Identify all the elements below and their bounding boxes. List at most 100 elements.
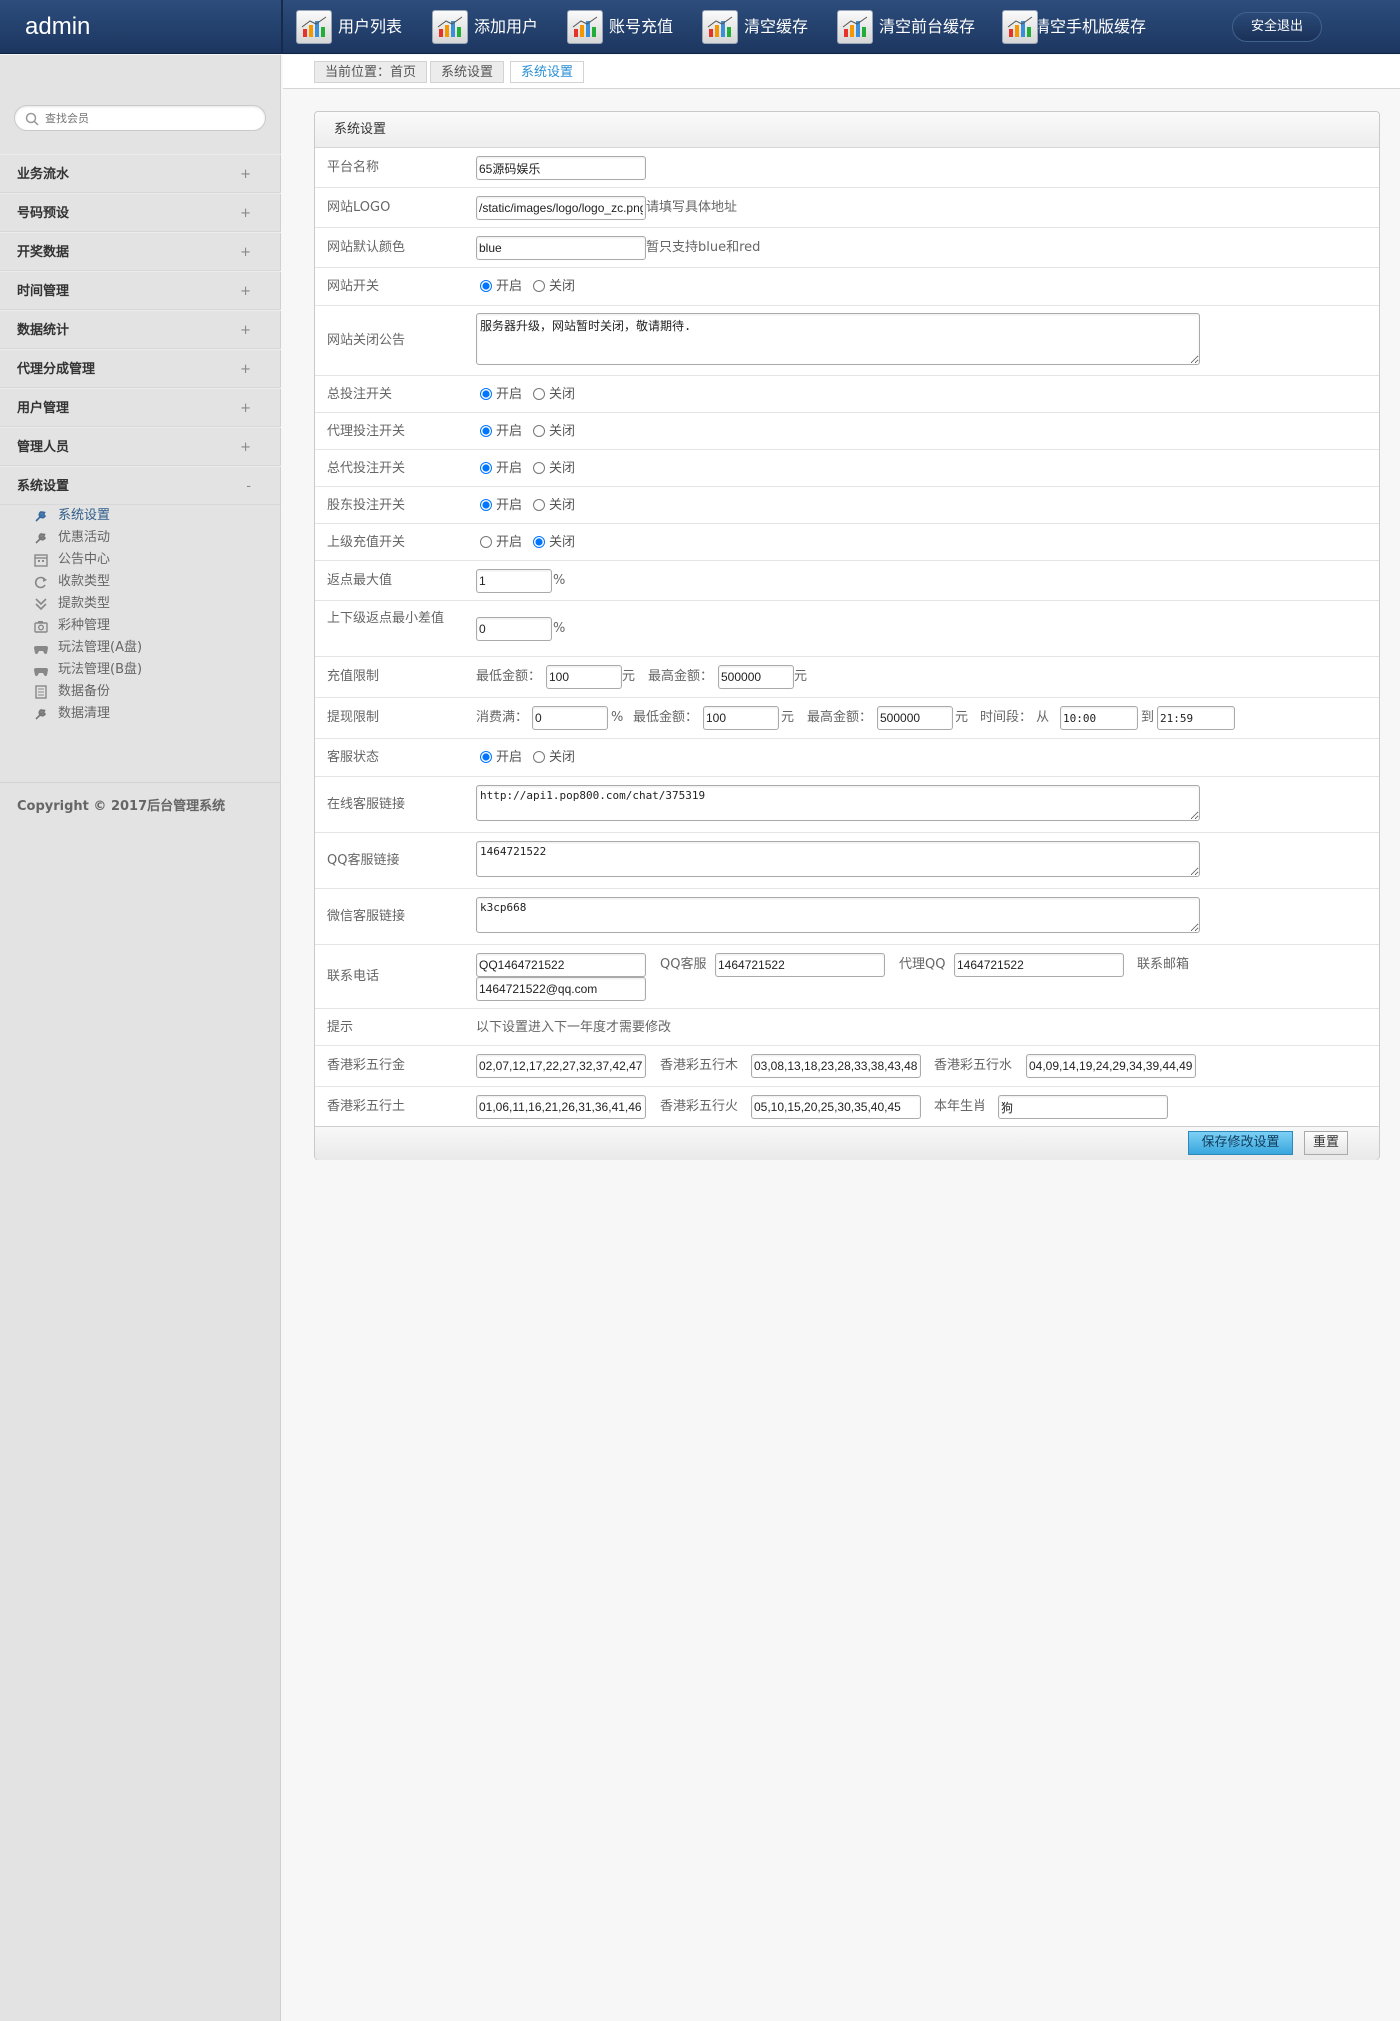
submenu-data-backup[interactable]: 数据备份 (34, 681, 110, 703)
reset-button[interactable]: 重置 (1304, 1131, 1348, 1155)
radio-on[interactable] (480, 280, 492, 292)
menu-group-statistics[interactable]: 数据统计 + (0, 310, 281, 349)
agent-bet-switch-off[interactable]: 关闭 (533, 424, 575, 440)
nav-label: 清空缓存 (744, 17, 809, 36)
document-icon (35, 685, 47, 699)
download-icon (35, 598, 47, 611)
logo-path-input[interactable] (476, 196, 646, 220)
radio-on[interactable] (480, 751, 492, 763)
radio-on[interactable] (480, 536, 492, 548)
submenu-payment-types[interactable]: 收款类型 (34, 571, 110, 593)
field-label: 网站LOGO (327, 200, 391, 215)
withdraw-consume-label: 消费满： (476, 710, 529, 725)
default-color-input[interactable] (476, 236, 646, 260)
save-settings-button[interactable]: 保存修改设置 (1188, 1131, 1293, 1155)
member-search-input[interactable] (43, 109, 253, 127)
radio-off[interactable] (533, 462, 545, 474)
platform-name-input[interactable] (476, 156, 646, 180)
hk-fire-input[interactable] (751, 1095, 921, 1119)
qq-service-input[interactable] (715, 953, 885, 977)
close-notice-textarea[interactable]: 服务器升级，网站暂时关闭，敬请期待. (476, 313, 1200, 365)
contact-phone-input[interactable] (476, 953, 646, 977)
nav-clear-front-cache[interactable]: 清空前台缓存 (837, 10, 975, 44)
withdraw-max-input[interactable] (877, 706, 953, 730)
submenu-withdraw-types[interactable]: 提款类型 (34, 593, 110, 615)
submenu-lottery-types[interactable]: 彩种管理 (34, 615, 110, 637)
radio-on[interactable] (480, 499, 492, 511)
menu-group-draw-data[interactable]: 开奖数据 + (0, 232, 281, 271)
recharge-max-input[interactable] (718, 665, 794, 689)
field-label: 香港彩五行土 (327, 1099, 406, 1114)
submenu-play-management-b[interactable]: 玩法管理(B盘) (34, 659, 142, 681)
general-agent-bet-switch-off[interactable]: 关闭 (533, 461, 575, 477)
submenu-announcements[interactable]: 公告中心 (34, 549, 110, 571)
bar-chart-icon (837, 10, 873, 44)
submenu-system-settings[interactable]: 系统设置 (34, 505, 110, 527)
withdraw-consume-input[interactable] (532, 706, 608, 730)
withdraw-time-to-input[interactable] (1157, 706, 1235, 730)
field-label: 香港彩五行金 (327, 1058, 406, 1073)
withdraw-min-input[interactable] (703, 706, 779, 730)
hk-wood-input[interactable] (751, 1054, 921, 1078)
shareholder-bet-switch-on[interactable]: 开启 (480, 498, 522, 514)
radio-on[interactable] (480, 388, 492, 400)
field-label: 提现限制 (327, 710, 380, 725)
menu-group-system-settings[interactable]: 系统设置 - (0, 466, 281, 505)
radio-off[interactable] (533, 751, 545, 763)
radio-off[interactable] (533, 425, 545, 437)
shareholder-bet-switch-off[interactable]: 关闭 (533, 498, 575, 514)
recharge-min-input[interactable] (546, 665, 622, 689)
radio-off[interactable] (533, 388, 545, 400)
nav-clear-mobile-cache[interactable]: 清空手机版缓存 (1002, 10, 1146, 44)
row-platform-name: 平台名称 (315, 148, 1379, 188)
menu-group-agent-commission[interactable]: 代理分成管理 + (0, 349, 281, 388)
submenu-play-management-a[interactable]: 玩法管理(A盘) (34, 637, 142, 659)
nav-user-list[interactable]: 用户列表 (296, 10, 402, 44)
radio-on[interactable] (480, 462, 492, 474)
logout-button[interactable]: 安全退出 (1232, 12, 1322, 42)
parent-recharge-switch-off[interactable]: 关闭 (533, 535, 575, 551)
hk-gold-input[interactable] (476, 1054, 646, 1078)
menu-group-business-flow[interactable]: 业务流水 + (0, 154, 281, 193)
menu-group-label: 用户管理 (17, 401, 70, 416)
bet-switch-off[interactable]: 关闭 (533, 387, 575, 403)
site-switch-on[interactable]: 开启 (480, 279, 522, 295)
collapse-toggle: - (246, 479, 251, 494)
breadcrumb-home[interactable]: 当前位置：首页 (314, 61, 428, 83)
submenu-promotions[interactable]: 优惠活动 (34, 527, 110, 549)
service-status-off[interactable]: 关闭 (533, 750, 575, 766)
menu-group-user-management[interactable]: 用户管理 + (0, 388, 281, 427)
menu-group-time-management[interactable]: 时间管理 + (0, 271, 281, 310)
nav-account-recharge[interactable]: 账号充值 (567, 10, 673, 44)
service-status-on[interactable]: 开启 (480, 750, 522, 766)
withdraw-time-from-input[interactable] (1060, 706, 1138, 730)
radio-off[interactable] (533, 536, 545, 548)
nav-add-user[interactable]: 添加用户 (432, 10, 538, 44)
qq-service-textarea[interactable]: 1464721522 (476, 841, 1200, 877)
hk-earth-input[interactable] (476, 1095, 646, 1119)
site-switch-off[interactable]: 关闭 (533, 279, 575, 295)
menu-group-number-preset[interactable]: 号码预设 + (0, 193, 281, 232)
hk-water-input[interactable] (1026, 1054, 1196, 1078)
radio-on[interactable] (480, 425, 492, 437)
agent-qq-input[interactable] (954, 953, 1124, 977)
field-label: 在线客服链接 (327, 797, 406, 812)
row-hk-elements-2: 香港彩五行土 香港彩五行火 本年生肖 (315, 1087, 1379, 1126)
radio-off[interactable] (533, 280, 545, 292)
rebate-max-input[interactable] (476, 569, 552, 593)
zodiac-input[interactable] (998, 1095, 1168, 1119)
online-service-textarea[interactable]: http://api1.pop800.com/chat/375319 (476, 785, 1200, 821)
breadcrumb-system-settings[interactable]: 系统设置 (430, 61, 505, 83)
menu-group-administrators[interactable]: 管理人员 + (0, 427, 281, 466)
agent-bet-switch-on[interactable]: 开启 (480, 424, 522, 440)
submenu-data-cleanup[interactable]: 数据清理 (34, 703, 110, 725)
general-agent-bet-switch-on[interactable]: 开启 (480, 461, 522, 477)
nav-clear-cache[interactable]: 清空缓存 (702, 10, 808, 44)
bet-switch-on[interactable]: 开启 (480, 387, 522, 403)
parent-recharge-switch-on[interactable]: 开启 (480, 535, 522, 551)
field-label: 上下级返点最小差值 (327, 611, 445, 626)
rebate-min-diff-input[interactable] (476, 617, 552, 641)
radio-off[interactable] (533, 499, 545, 511)
wechat-service-textarea[interactable]: k3cp668 (476, 897, 1200, 933)
contact-email-input[interactable] (476, 977, 646, 1001)
